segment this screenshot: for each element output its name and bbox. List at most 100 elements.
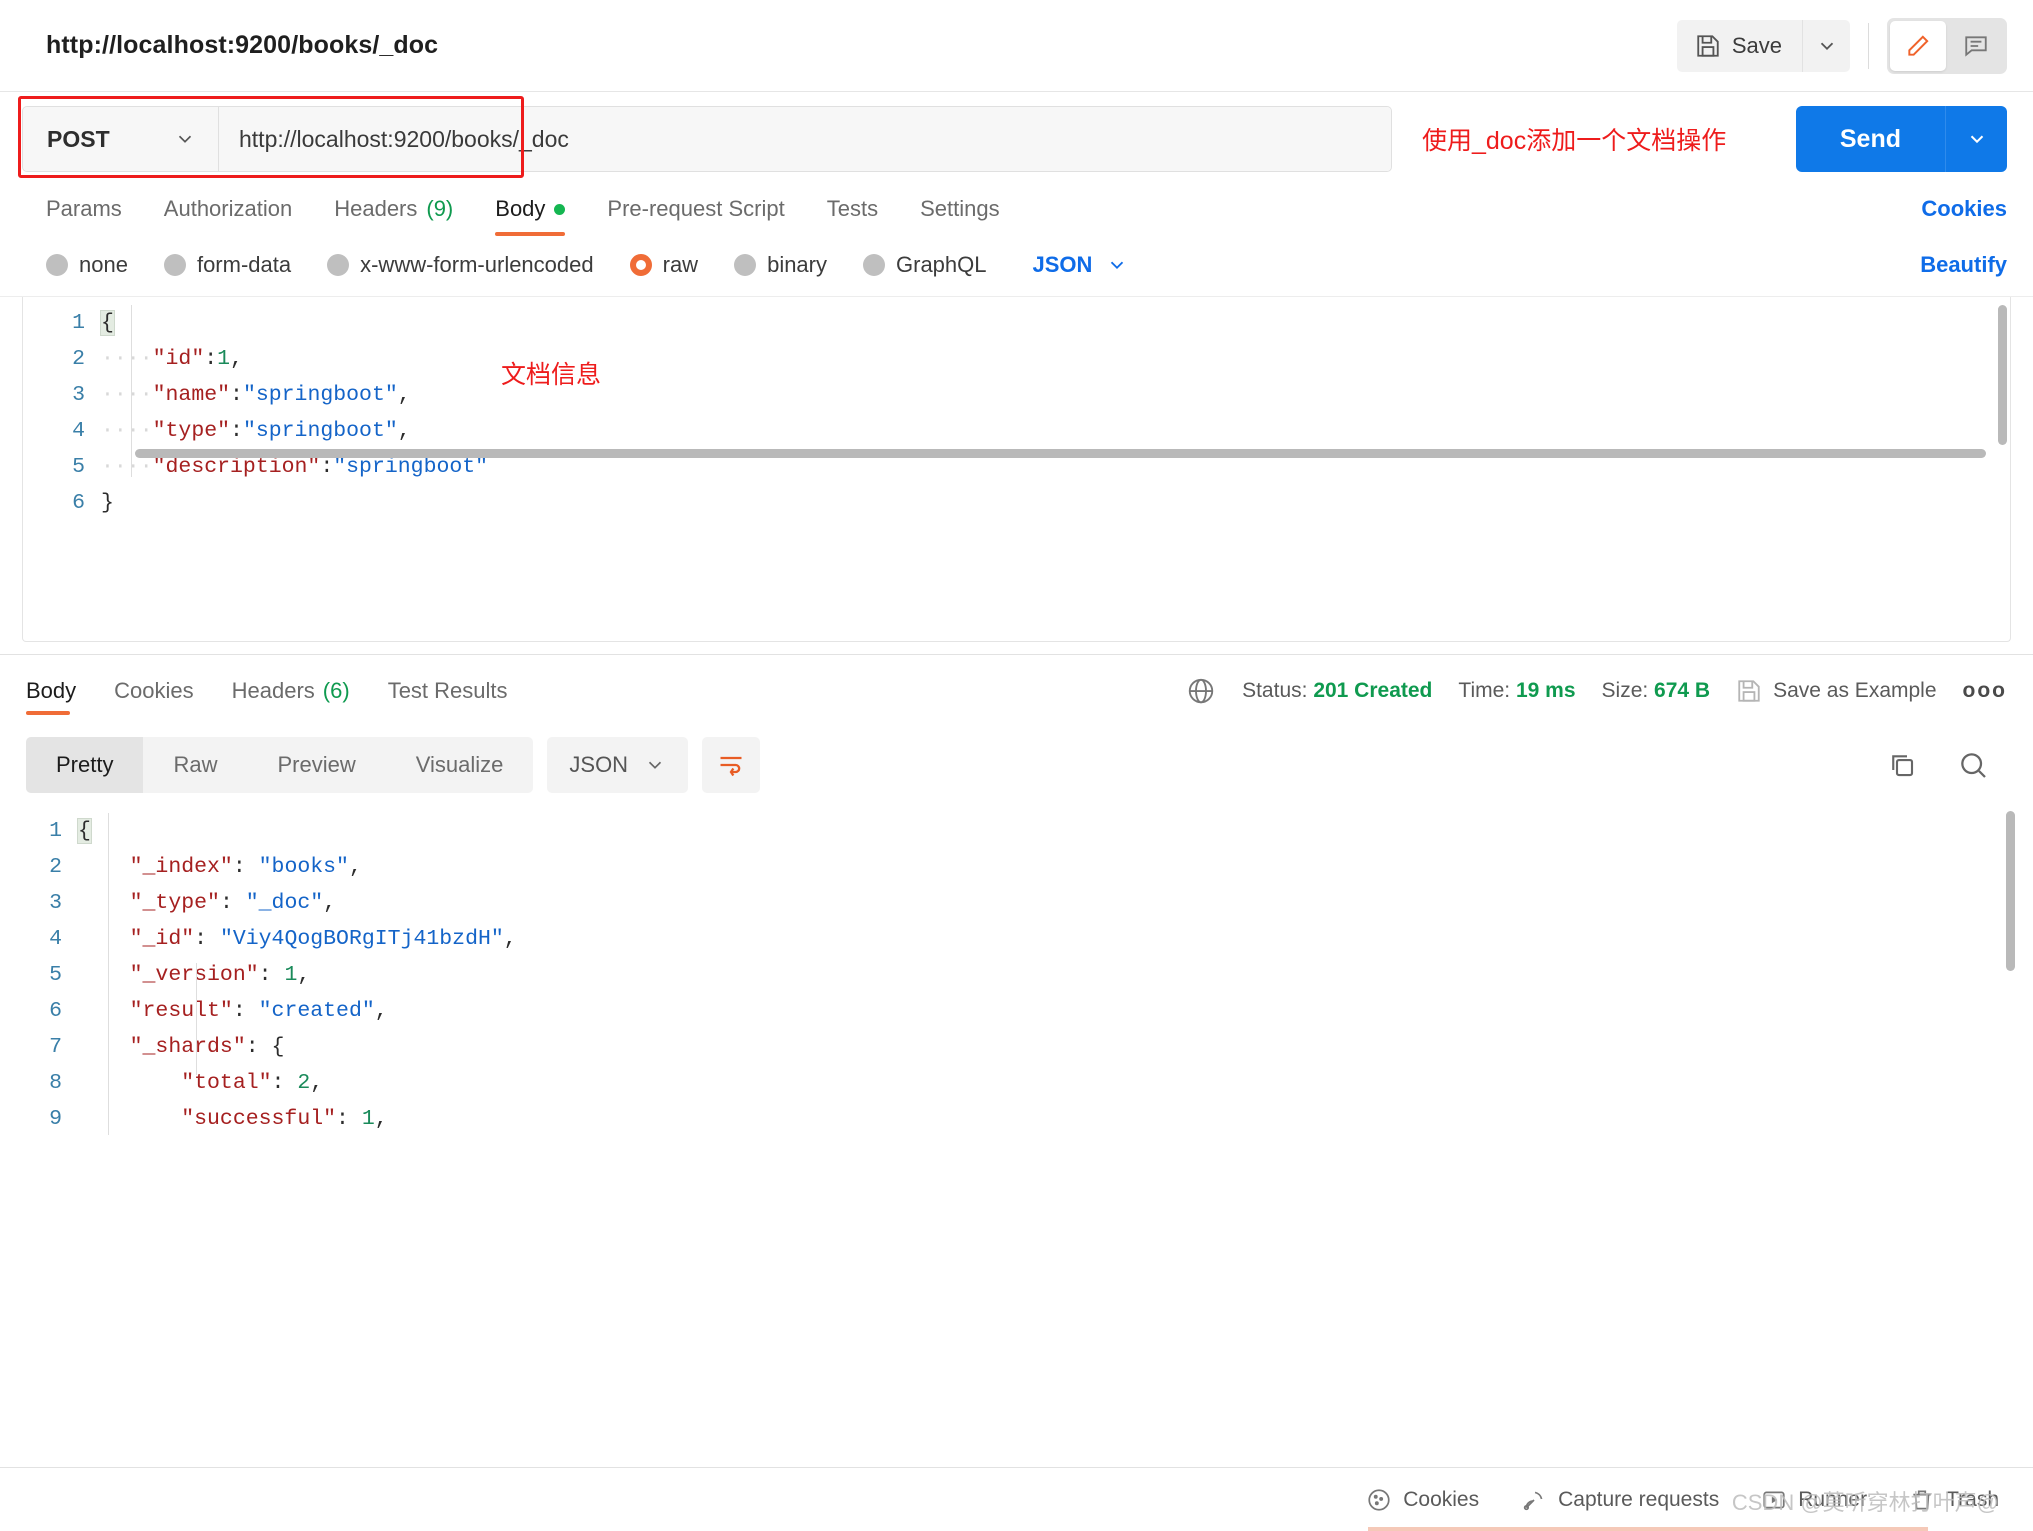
body-type-raw[interactable]: raw [630,252,698,278]
tab-tests[interactable]: Tests [827,186,878,236]
raw-format-value: JSON [1033,252,1093,278]
request-cookies-link[interactable]: Cookies [1921,196,2007,236]
option-label: GraphQL [896,252,987,278]
word-wrap-button[interactable] [702,737,760,793]
send-group: Send [1796,106,2007,172]
url-annotation-text: 使用_doc添加一个文档操作 [1422,121,1726,157]
send-button[interactable]: Send [1796,106,1945,172]
radio-icon [164,254,186,276]
option-label: none [79,252,128,278]
code-line: { [101,305,2010,341]
response-vertical-scrollbar[interactable] [2006,811,2015,971]
method-and-url-group: POST [22,106,1392,172]
response-view-preview[interactable]: Preview [247,737,385,793]
tab-authorization[interactable]: Authorization [164,186,292,236]
response-tab-test-results[interactable]: Test Results [388,655,508,727]
chevron-down-icon [1106,254,1128,276]
response-tab-cookies[interactable]: Cookies [114,655,193,727]
tab-settings[interactable]: Settings [920,186,1000,236]
satellite-icon [1521,1487,1547,1513]
floppy-disk-icon [1736,678,1762,704]
code-line: "failed": 0 [78,1137,2033,1143]
code-line: "_type": "_doc", [78,885,2033,921]
save-options-button[interactable] [1802,20,1850,72]
divider [1868,23,1869,69]
request-body-editor[interactable]: 123456 {····"id":1,····"name":"springboo… [22,297,2011,642]
cookie-icon [1366,1487,1392,1513]
code-line: ····"type":"springboot", [101,413,2010,449]
save-button-label: Save [1732,33,1782,59]
response-view-raw[interactable]: Raw [143,737,247,793]
floppy-disk-icon [1695,33,1721,59]
status-value: 201 Created [1313,679,1432,702]
response-tab-body[interactable]: Body [26,655,76,727]
request-editor-vertical-scrollbar[interactable] [1998,305,2007,445]
status-bar-cookies[interactable]: Cookies [1366,1487,1479,1513]
body-type-graphql[interactable]: GraphQL [863,252,987,278]
code-line: "result": "created", [78,993,2033,1029]
body-type-options: none form-data x-www-form-urlencoded raw… [0,236,2033,297]
response-time: Time: 19 ms [1458,679,1575,703]
time-value: 19 ms [1516,679,1576,702]
progress-accent [1368,1527,1928,1531]
line-number: 1 [0,813,62,849]
tab-label: Authorization [164,196,292,222]
line-number: 2 [0,849,62,885]
body-type-form-data[interactable]: form-data [164,252,291,278]
body-type-binary[interactable]: binary [734,252,827,278]
body-type-none[interactable]: none [46,252,128,278]
response-body-viewer[interactable]: 12345678910111213 { "_index": "books", "… [0,805,2033,1143]
status-bar-runner[interactable]: Runner [1761,1487,1867,1513]
response-view-visualize[interactable]: Visualize [386,737,534,793]
response-format-select[interactable]: JSON [547,737,688,793]
request-line-numbers: 123456 [23,297,101,521]
ellipsis-icon[interactable]: ooo [1963,679,2007,703]
response-size: Size: 674 B [1602,679,1711,703]
status-bar-label: Trash [1946,1488,1999,1512]
tab-label: Headers [334,196,417,222]
response-meta: Status: 201 Created Time: 19 ms Size: 67… [1186,676,2007,706]
copy-button[interactable] [1887,750,1917,780]
option-label: binary [767,252,827,278]
code-line: "_version": 1, [78,957,2033,993]
response-tab-headers[interactable]: Headers (6) [232,655,350,727]
edit-mode-button[interactable] [1890,21,1946,71]
body-type-urlencoded[interactable]: x-www-form-urlencoded [327,252,594,278]
raw-format-select[interactable]: JSON [1033,252,1129,278]
comments-button[interactable] [1948,21,2004,71]
radio-icon [46,254,68,276]
request-code-editor[interactable]: 123456 {····"id":1,····"name":"springboo… [23,297,2010,521]
line-number: 7 [0,1029,62,1065]
response-view-pretty[interactable]: Pretty [26,737,143,793]
response-tools-right [1887,749,2007,781]
response-code-editor[interactable]: 12345678910111213 { "_index": "books", "… [0,805,2033,1143]
size-value: 674 B [1654,679,1710,702]
line-number: 4 [0,921,62,957]
search-button[interactable] [1957,749,1989,781]
code-line: "_index": "books", [78,849,2033,885]
tab-params[interactable]: Params [46,186,122,236]
indent-guide-nested [196,963,197,1075]
search-icon [1957,749,1989,781]
status-bar-capture-requests[interactable]: Capture requests [1521,1487,1719,1513]
tab-headers[interactable]: Headers (9) [334,186,453,236]
http-method-select[interactable]: POST [23,107,219,171]
save-button[interactable]: Save [1677,20,1802,72]
send-options-button[interactable] [1945,106,2007,172]
save-as-example-button[interactable]: Save as Example [1736,678,1936,704]
page-title: http://localhost:9200/books/_doc [46,31,438,60]
tab-pre-request-script[interactable]: Pre-request Script [607,186,784,236]
line-number: 4 [23,413,85,449]
request-code-content[interactable]: {····"id":1,····"name":"springboot",····… [101,297,2010,521]
time-label: Time: [1458,679,1510,702]
tab-body[interactable]: Body [495,186,565,236]
url-input[interactable] [219,107,1391,171]
status-label: Status: [1242,679,1307,702]
tab-label: Tests [827,196,878,222]
request-editor-horizontal-scrollbar[interactable] [135,449,1986,458]
size-label: Size: [1602,679,1649,702]
beautify-button[interactable]: Beautify [1920,252,2007,278]
option-label: form-data [197,252,291,278]
code-line: "successful": 1, [78,1101,2033,1137]
status-bar-trash[interactable]: Trash [1909,1487,1999,1513]
